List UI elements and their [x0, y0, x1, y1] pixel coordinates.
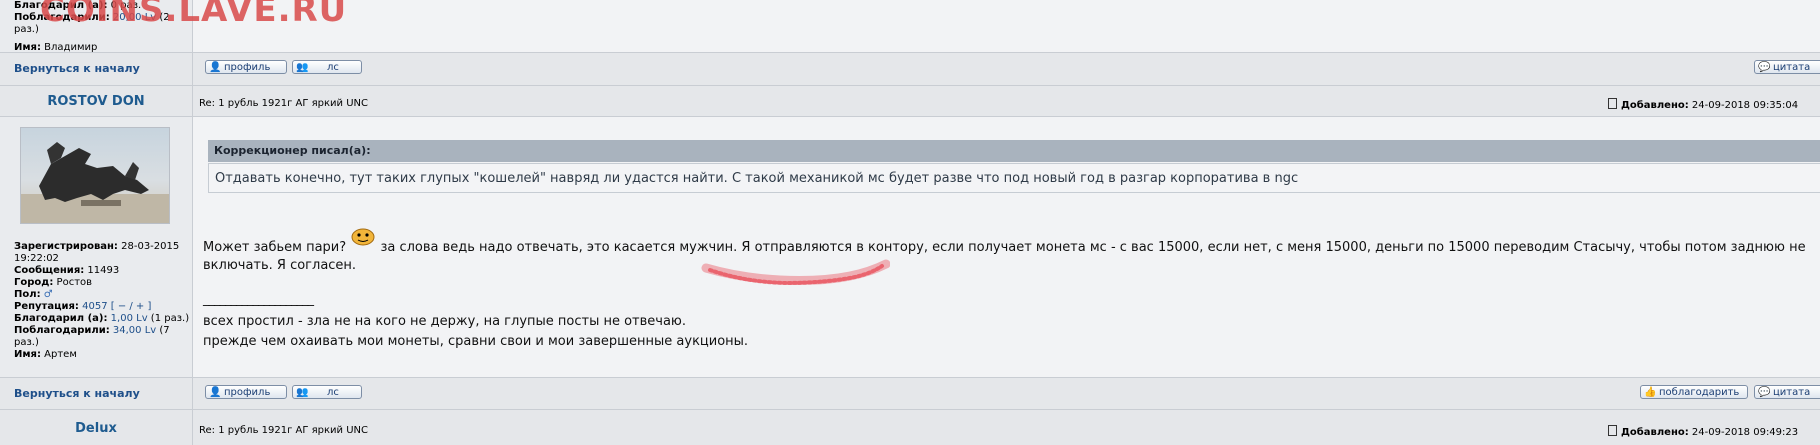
- pm-icon: 👥: [296, 387, 309, 398]
- thank-button[interactable]: 👍 поблагодарить: [1640, 385, 1748, 399]
- quote-header: Коррекционер писал(а):: [208, 140, 1820, 162]
- label: Сообщения:: [14, 265, 85, 276]
- male-gender-icon: ♂: [43, 289, 53, 300]
- horse-sculpture-image: [21, 142, 169, 223]
- profile-button-label: профиль: [224, 62, 271, 73]
- smiley-icon: [350, 228, 376, 253]
- thanked-link[interactable]: 1,00 Lv: [111, 313, 148, 324]
- reputation-link[interactable]: 4057: [82, 301, 107, 312]
- profile-button-label: профиль: [224, 387, 271, 398]
- post-subject: Re: 1 рубль 1921г АГ яркий UNC: [199, 98, 368, 109]
- pm-button[interactable]: 👥 лс: [292, 60, 362, 74]
- pm-button-label: лс: [327, 62, 339, 73]
- profile-button[interactable]: 👤 профиль: [205, 60, 287, 74]
- pm-icon: 👥: [296, 62, 309, 73]
- quote-button[interactable]: 💬 цитата: [1754, 385, 1820, 399]
- quote-author: Коррекционер писал(а):: [214, 144, 371, 157]
- back-to-top-link[interactable]: Вернуться к началу: [14, 62, 140, 75]
- profile-icon: 👤: [209, 387, 222, 398]
- reputation-controls[interactable]: [ − / + ]: [111, 301, 152, 312]
- red-scribble-mark: [701, 259, 890, 286]
- next-post-header-divider: [192, 410, 193, 445]
- profile-icon: 👤: [209, 62, 222, 73]
- post-icon: [1608, 425, 1617, 436]
- author-profile-info: Зарегистрирован: 28-03-2015 19:22:02 Соо…: [14, 241, 190, 361]
- label: Репутация:: [14, 301, 79, 312]
- post-text: Может забьем пари? за слова ведь надо от…: [203, 228, 1813, 275]
- action-row-1-divider: [192, 52, 193, 85]
- label: Зарегистрирован:: [14, 241, 118, 252]
- prev-post-body: [193, 0, 1820, 52]
- thank-button-label: поблагодарить: [1659, 387, 1740, 398]
- label: Имя:: [14, 349, 41, 360]
- quote-button[interactable]: 💬 цитата: [1754, 60, 1820, 74]
- value: (1 раз.): [150, 313, 190, 324]
- pm-button-label: лс: [327, 387, 339, 398]
- value: Артем: [44, 349, 77, 360]
- next-post-subject: Re: 1 рубль 1921г АГ яркий UNC: [199, 425, 368, 436]
- added-label: Добавлено:: [1621, 100, 1689, 111]
- label: Город:: [14, 277, 54, 288]
- label: Пол:: [14, 289, 41, 300]
- quote-icon: 💬: [1758, 62, 1771, 73]
- post-date: Добавлено: 24-09-2018 09:35:04: [1608, 98, 1798, 112]
- post-icon: [1608, 98, 1617, 109]
- next-post-author[interactable]: Delux: [0, 421, 192, 436]
- quote-body: Отдавать конечно, тут таких глупых "коше…: [208, 163, 1820, 193]
- avatar: [20, 127, 170, 224]
- label: Благодарил (а):: [14, 313, 108, 324]
- signature-line-2: прежде чем охаивать мои монеты, сравни с…: [203, 334, 749, 349]
- thumbs-up-icon: 👍: [1644, 387, 1657, 398]
- quote-icon: 💬: [1758, 387, 1771, 398]
- added-value: 24-09-2018 09:49:23: [1691, 427, 1799, 438]
- added-label: Добавлено:: [1621, 427, 1689, 438]
- signature-separator: ____________________: [203, 292, 314, 307]
- back-to-top-link[interactable]: Вернуться к началу: [14, 387, 140, 400]
- label: Поблагодарили:: [14, 325, 110, 336]
- added-value: 24-09-2018 09:35:04: [1691, 100, 1799, 111]
- value: 11493: [87, 265, 120, 276]
- signature-line-1: всех простил - зла не на кого не держу, …: [203, 314, 687, 329]
- post-text-part2: за слова ведь надо отвечать, это касаетс…: [203, 240, 1806, 273]
- quote-text: Отдавать конечно, тут таких глупых "коше…: [215, 171, 1299, 186]
- profile-button[interactable]: 👤 профиль: [205, 385, 287, 399]
- next-post-date: Добавлено: 24-09-2018 09:49:23: [1608, 425, 1798, 439]
- post-text-part1: Может забьем пари?: [203, 240, 347, 255]
- pm-button[interactable]: 👥 лс: [292, 385, 362, 399]
- quote-button-label: цитата: [1773, 62, 1811, 73]
- site-watermark: COINS.LAVE.RU: [40, 0, 348, 30]
- post-author[interactable]: ROSTOV DON: [0, 94, 192, 109]
- action-row-2-divider: [192, 377, 193, 409]
- quote-button-label: цитата: [1773, 387, 1811, 398]
- thanked-by-link[interactable]: 34,00 Lv: [113, 325, 156, 336]
- value: Ростов: [56, 277, 93, 288]
- post-header-divider: [192, 86, 193, 117]
